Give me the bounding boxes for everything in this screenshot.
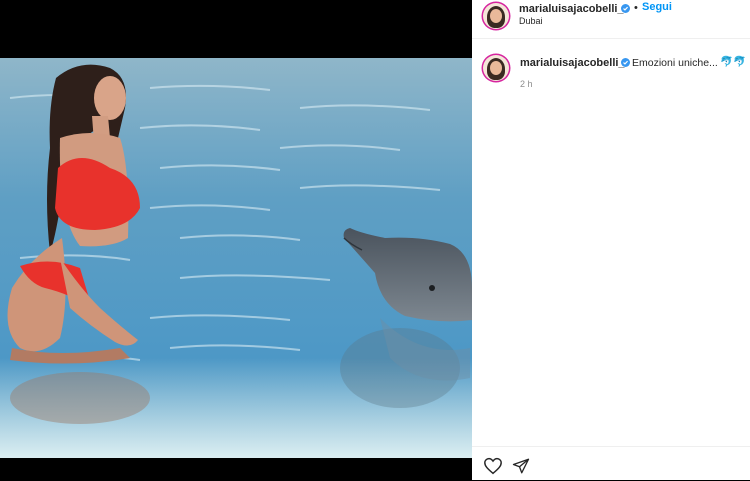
caption-username[interactable]: marialuisajacobelli_ <box>520 57 625 69</box>
post-location[interactable]: Dubai <box>519 16 543 26</box>
action-bar <box>472 446 750 481</box>
separator-dot: • <box>634 2 638 14</box>
avatar[interactable] <box>483 3 509 29</box>
photo-woman-with-dolphin <box>0 58 472 458</box>
post-side-panel: marialuisajacobelli_ • Segui Dubai maria… <box>472 0 750 480</box>
heart-icon[interactable] <box>483 457 503 475</box>
paper-plane-icon[interactable] <box>512 457 530 475</box>
follow-button[interactable]: Segui <box>642 1 672 13</box>
verified-badge-icon <box>621 4 630 13</box>
post-time[interactable]: 2 h <box>520 79 533 89</box>
post-photo[interactable] <box>0 58 472 458</box>
post-username[interactable]: marialuisajacobelli_ <box>519 3 624 15</box>
caption-text: Emozioni uniche... <box>632 57 718 69</box>
caption-emojis: 🐬🐬 <box>720 56 747 68</box>
post-header: marialuisajacobelli_ • Segui Dubai <box>472 0 750 39</box>
post-media <box>0 0 472 480</box>
verified-badge-icon <box>621 58 630 67</box>
caption-avatar[interactable] <box>483 55 509 81</box>
